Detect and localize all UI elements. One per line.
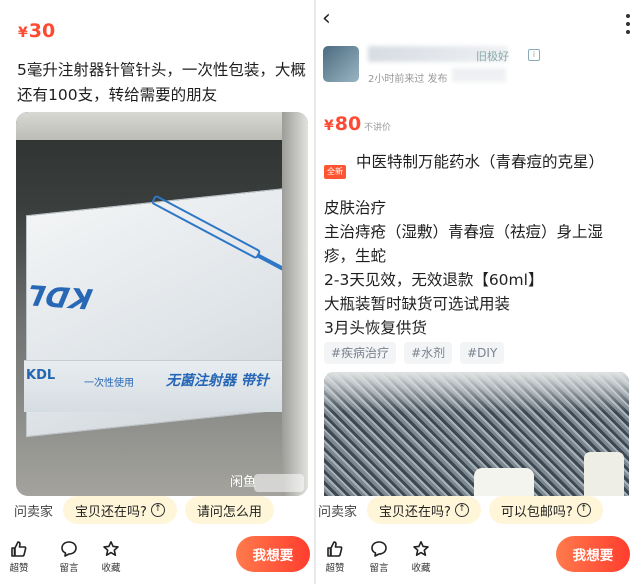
more-icon[interactable] <box>626 14 630 34</box>
right-listing-panel: ‹ 旧极好 i 2小时前来过 发布 ¥80 不讲价 全新 中医特制万能药水（青春… <box>316 0 640 584</box>
tag-chip[interactable]: #水剂 <box>404 342 453 364</box>
comment-action[interactable]: 留言 <box>54 540 84 574</box>
item-description: 5毫升注射器针管针头，一次性包装，大概还有100支，转给需要的朋友 <box>17 61 306 104</box>
quick-question-chip[interactable]: 可以包邮吗? ↑ <box>488 496 603 524</box>
quick-question-row: 问卖家 宝贝还在吗? ↑ 请问怎么用 <box>14 495 282 525</box>
favorite-label: 收藏 <box>101 563 121 574</box>
comment-label: 留言 <box>369 563 389 574</box>
like-action[interactable]: 超赞 <box>4 540 34 574</box>
comment-action[interactable]: 留言 <box>364 540 394 574</box>
item-photo[interactable]: KDL KDL 一次性使用 无菌注射器 带针 闲鱼 <box>16 112 308 496</box>
thumbs-up-icon <box>327 541 343 557</box>
tag-chip[interactable]: #DIY <box>460 342 505 364</box>
like-label: 超赞 <box>325 563 345 574</box>
item-photo[interactable] <box>324 372 629 496</box>
brand-logo-small: KDL <box>26 368 56 383</box>
arrow-up-icon: ↑ <box>576 503 591 517</box>
arrow-up-icon: ↑ <box>150 503 165 517</box>
favorite-action[interactable]: 收藏 <box>96 540 126 574</box>
chip-text: 请问怎么用 <box>196 504 262 520</box>
quick-question-chip[interactable]: 宝贝还在吗? ↑ <box>367 496 481 524</box>
favorite-action[interactable]: 收藏 <box>406 540 436 574</box>
bottle-cap <box>474 468 534 496</box>
shelf-side <box>282 112 308 496</box>
item-description: 皮肤治疗 主治痔疮（湿敷）青春痘（祛痘）身上湿疹，生蛇 2-3天见效，无效退款【… <box>324 196 629 340</box>
seller-badge-icon: i <box>528 49 540 61</box>
favorite-label: 收藏 <box>411 563 431 574</box>
price-value: 30 <box>28 20 56 42</box>
photo-highlight <box>324 372 629 412</box>
description-line: 大瓶装暂时缺货可选试用装 <box>324 295 511 313</box>
comment-label: 留言 <box>59 563 79 574</box>
quick-question-row: 问卖家 宝贝还在吗? ↑ 可以包邮吗? ↑ <box>316 495 611 525</box>
quick-question-chip[interactable]: 宝贝还在吗? ↑ <box>63 496 177 524</box>
currency-symbol: ¥ <box>324 118 334 134</box>
thumbs-up-icon <box>11 541 27 557</box>
watermark-blur <box>254 474 304 492</box>
arrow-up-icon: ↑ <box>454 503 469 517</box>
brand-logo: KDL <box>22 277 96 316</box>
seller-name[interactable]: 旧极好 <box>476 48 509 64</box>
comment-icon <box>61 541 77 557</box>
bottle <box>584 452 624 496</box>
price: ¥30 <box>18 20 55 42</box>
left-listing-panel: ¥30 5毫升注射器针管针头，一次性包装，大概还有100支，转给需要的朋友 KD… <box>0 0 314 584</box>
tag-chip[interactable]: #疾病治疗 <box>324 342 397 364</box>
quick-question-chip[interactable]: 请问怎么用 <box>184 496 274 524</box>
seller-meta: 2小时前来过 发布 <box>368 74 448 85</box>
avatar[interactable] <box>323 46 359 82</box>
new-tag: 全新 <box>324 165 346 179</box>
want-button[interactable]: 我想要 <box>556 536 630 572</box>
chip-text: 宝贝还在吗? <box>75 504 147 520</box>
box-label-bold: 无菌注射器 带针 <box>166 373 269 389</box>
tag-list: #疾病治疗 #水剂 #DIY <box>324 342 512 364</box>
ask-seller-label[interactable]: 问卖家 <box>14 501 53 520</box>
item-title: 中医特制万能药水（青春痘的克星） <box>356 153 605 171</box>
no-bargain-note: 不讲价 <box>364 123 392 133</box>
price-value: 80 <box>334 113 362 135</box>
star-icon <box>413 541 429 556</box>
chip-text: 可以包邮吗? <box>500 504 573 520</box>
back-icon[interactable]: ‹ <box>322 6 331 31</box>
description-line: 主治痔疮（湿敷）青春痘（祛痘）身上湿疹，生蛇 <box>324 223 604 265</box>
star-icon <box>103 541 119 556</box>
like-action[interactable]: 超赞 <box>320 540 350 574</box>
box-label: 一次性使用 <box>84 378 134 389</box>
shelf <box>16 112 308 140</box>
currency-symbol: ¥ <box>18 25 28 41</box>
description-line: 2-3天见效，无效退款【60ml】 <box>324 271 544 289</box>
seller-meta-blur <box>452 68 506 82</box>
watermark: 闲鱼 <box>229 475 256 490</box>
like-label: 超赞 <box>9 563 29 574</box>
description-line: 皮肤治疗 <box>324 199 387 217</box>
chip-text: 宝贝还在吗? <box>379 504 451 520</box>
ask-seller-label[interactable]: 问卖家 <box>318 501 357 520</box>
description-line: 3月头恢复供货 <box>324 319 427 337</box>
price: ¥80 <box>324 113 361 135</box>
want-button[interactable]: 我想要 <box>236 536 310 572</box>
comment-icon <box>371 541 387 557</box>
